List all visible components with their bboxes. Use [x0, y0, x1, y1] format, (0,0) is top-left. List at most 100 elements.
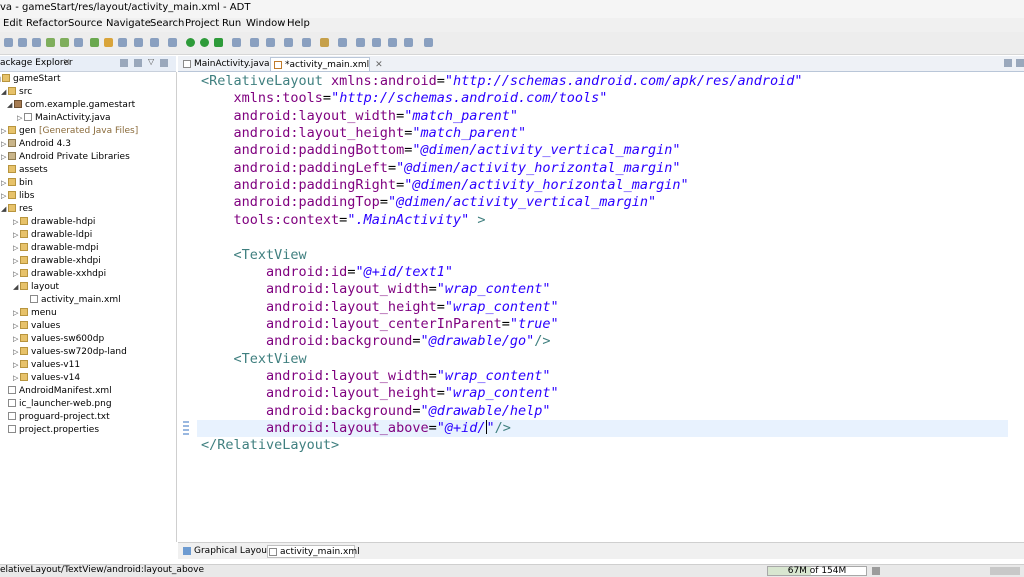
code-line[interactable]: xmlns:tools="http://schemas.android.com/… — [201, 90, 607, 107]
collapse-all-icon[interactable] — [120, 59, 128, 67]
expand-toggle-icon[interactable]: ▷ — [13, 320, 18, 332]
expand-toggle-icon[interactable]: ▷ — [13, 372, 18, 384]
menu-window[interactable]: Window — [246, 18, 285, 29]
code-line[interactable]: android:layout_width="wrap_content" — [201, 281, 551, 298]
expand-toggle-icon[interactable]: ▷ — [13, 359, 18, 371]
tree-item[interactable]: proguard-project.txt — [8, 411, 110, 423]
expand-toggle-icon[interactable]: ▷ — [13, 307, 18, 319]
android-sdk-icon[interactable] — [46, 38, 55, 47]
tree-item[interactable]: ◢res — [8, 203, 33, 215]
back-icon[interactable] — [388, 38, 397, 47]
tree-item[interactable]: ▷values-v14 — [20, 372, 80, 384]
tab-graphical-layout[interactable]: Graphical Layout — [182, 545, 270, 558]
external-tools-icon[interactable] — [232, 38, 241, 47]
refresh-icon[interactable] — [118, 38, 127, 47]
tree-item[interactable]: AndroidManifest.xml — [8, 385, 112, 397]
expand-toggle-icon[interactable]: ▷ — [13, 229, 18, 241]
link-editor-icon[interactable] — [134, 59, 142, 67]
tree-item[interactable]: ▷values-sw600dp — [20, 333, 104, 345]
tab-mainactivity-java[interactable]: MainActivity.java — [180, 57, 268, 71]
new-class-icon[interactable] — [284, 38, 293, 47]
package-explorer-title[interactable]: ackage Explorer — [0, 58, 73, 68]
tree-item[interactable]: ◢gameStart — [2, 73, 61, 85]
expand-toggle-icon[interactable]: ▷ — [1, 125, 6, 137]
prev-annotation-icon[interactable] — [356, 38, 365, 47]
skip-breakpoints-icon[interactable] — [134, 38, 143, 47]
tree-item[interactable]: ▷drawable-mdpi — [20, 242, 99, 254]
code-line[interactable]: android:layout_height="wrap_content" — [201, 299, 559, 316]
save-all-icon[interactable] — [32, 38, 41, 47]
minimize-icon[interactable] — [160, 59, 168, 67]
expand-toggle-icon[interactable]: ▷ — [13, 268, 18, 280]
avd-manager-icon[interactable] — [60, 38, 69, 47]
tree-item[interactable]: ◢src — [8, 86, 32, 98]
close-icon[interactable]: ✕ — [63, 58, 71, 68]
expand-toggle-icon[interactable]: ▷ — [13, 255, 18, 267]
minimize-editor-icon[interactable] — [1004, 59, 1012, 67]
close-tab-icon[interactable]: ✕ — [375, 60, 383, 70]
tab-activity-main-xml[interactable]: *activity_main.xml✕ — [270, 57, 370, 71]
expand-toggle-icon[interactable]: ◢ — [1, 203, 6, 215]
expand-toggle-icon[interactable]: ▷ — [13, 346, 18, 358]
open-type-icon[interactable] — [302, 38, 311, 47]
new-icon[interactable] — [4, 38, 13, 47]
tree-item[interactable]: ◢layout — [20, 281, 59, 293]
code-line[interactable]: android:id="@+id/text1" — [201, 264, 453, 281]
wizard-icon[interactable] — [104, 38, 113, 47]
tree-item[interactable]: project.properties — [8, 424, 99, 436]
garbage-collect-icon[interactable] — [872, 567, 880, 575]
code-line[interactable]: android:background="@drawable/go"/> — [201, 333, 551, 350]
new-android-project-icon[interactable] — [90, 38, 99, 47]
code-line[interactable]: android:background="@drawable/help" — [201, 403, 551, 420]
expand-toggle-icon[interactable]: ▷ — [13, 333, 18, 345]
code-line[interactable]: android:layout_height="match_parent" — [201, 125, 526, 142]
tree-item[interactable]: ▷Android Private Libraries — [8, 151, 130, 163]
view-menu-icon[interactable]: ▽ — [148, 57, 156, 65]
tree-item[interactable]: ▷drawable-hdpi — [20, 216, 95, 228]
step-icon[interactable] — [168, 38, 177, 47]
code-line[interactable]: </RelativeLayout> — [201, 437, 339, 454]
code-line[interactable]: android:paddingTop="@dimen/activity_vert… — [201, 194, 656, 211]
run-menu-icon[interactable] — [200, 38, 209, 47]
pin-editor-icon[interactable] — [424, 38, 433, 47]
debug-icon[interactable] — [150, 38, 159, 47]
heap-status[interactable]: 67M of 154M — [767, 566, 867, 576]
tree-item[interactable]: assets — [8, 164, 48, 176]
code-line[interactable]: <TextView — [201, 247, 307, 264]
annotation-icon[interactable] — [338, 38, 347, 47]
code-line[interactable]: android:paddingRight="@dimen/activity_ho… — [201, 177, 689, 194]
menu-search[interactable]: Search — [150, 18, 184, 29]
tree-item[interactable]: ▷libs — [8, 190, 34, 202]
forward-icon[interactable] — [404, 38, 413, 47]
code-line[interactable]: android:paddingLeft="@dimen/activity_hor… — [201, 160, 681, 177]
code-line[interactable]: android:layout_width="wrap_content" — [201, 368, 551, 385]
expand-toggle-icon[interactable]: ▷ — [1, 177, 6, 189]
menu-help[interactable]: Help — [287, 18, 310, 29]
code-line[interactable]: android:paddingBottom="@dimen/activity_v… — [201, 142, 681, 159]
tree-item[interactable]: ▷bin — [8, 177, 33, 189]
code-line[interactable]: android:layout_height="wrap_content" — [201, 385, 559, 402]
menu-edit[interactable]: Edit — [3, 18, 22, 29]
tree-item[interactable]: ◢com.example.gamestart — [14, 99, 135, 111]
expand-toggle-icon[interactable]: ▷ — [13, 242, 18, 254]
code-line[interactable]: <RelativeLayout xmlns:android="http://sc… — [201, 73, 802, 90]
last-edit-icon[interactable] — [372, 38, 381, 47]
tab-xml-source[interactable]: activity_main.xml — [267, 545, 355, 558]
code-line[interactable]: android:layout_width="match_parent" — [201, 108, 518, 125]
code-line[interactable]: android:layout_centerInParent="true" — [201, 316, 559, 333]
tree-item[interactable]: ▷values-sw720dp-land — [20, 346, 127, 358]
code-line[interactable]: tools:context=".MainActivity" > — [201, 212, 486, 229]
tree-item[interactable]: ▷drawable-xhdpi — [20, 255, 101, 267]
expand-toggle-icon[interactable]: ▷ — [17, 112, 22, 124]
expand-toggle-icon[interactable]: ▷ — [1, 151, 6, 163]
expand-toggle-icon[interactable]: ◢ — [1, 86, 6, 98]
expand-toggle-icon[interactable]: ▷ — [1, 138, 6, 150]
tree-item[interactable]: ▷values-v11 — [20, 359, 80, 371]
new-package-icon[interactable] — [266, 38, 275, 47]
overview-ruler[interactable] — [1008, 72, 1024, 540]
tree-item[interactable]: ▷drawable-ldpi — [20, 229, 92, 241]
menu-run[interactable]: Run — [222, 18, 241, 29]
lint-icon[interactable] — [74, 38, 83, 47]
tree-item[interactable]: ▷menu — [20, 307, 57, 319]
expand-toggle-icon[interactable]: ▷ — [13, 216, 18, 228]
